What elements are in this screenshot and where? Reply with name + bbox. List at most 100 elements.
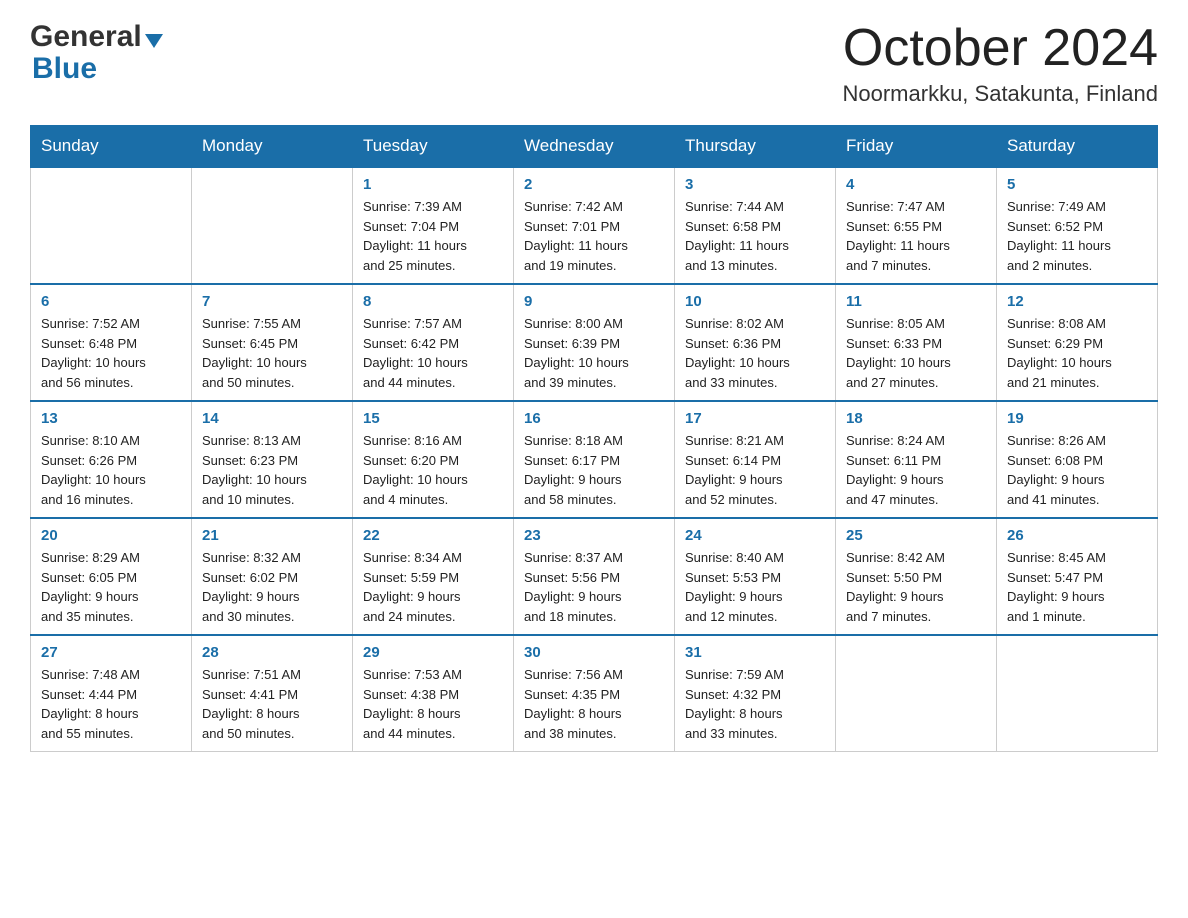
day-info: Sunrise: 7:52 AM Sunset: 6:48 PM Dayligh… <box>41 314 181 392</box>
day-number: 21 <box>202 527 342 544</box>
day-cell: 28 Sunrise: 7:51 AM Sunset: 4:41 PM Dayli… <box>192 635 353 752</box>
day-cell: 16 Sunrise: 8:18 AM Sunset: 6:17 PM Dayli… <box>514 401 675 518</box>
day-number: 26 <box>1007 527 1147 544</box>
day-cell: 15 Sunrise: 8:16 AM Sunset: 6:20 PM Dayli… <box>353 401 514 518</box>
day-info: Sunrise: 7:53 AM Sunset: 4:38 PM Dayligh… <box>363 665 503 743</box>
day-cell: 29Sunrise: 7:53 AM Sunset: 4:38 PM Dayli… <box>353 635 514 752</box>
day-number: 5 <box>1007 176 1147 193</box>
day-info: Sunrise: 8:13 AM Sunset: 6:23 PM Dayligh… <box>202 431 342 509</box>
day-number: 16 <box>524 410 664 427</box>
day-cell: 26 Sunrise: 8:45 AM Sunset: 5:47 PM Dayli… <box>997 518 1158 635</box>
day-info: Sunrise: 8:00 AM Sunset: 6:39 PM Dayligh… <box>524 314 664 392</box>
day-cell: 22Sunrise: 8:34 AM Sunset: 5:59 PM Dayli… <box>353 518 514 635</box>
day-cell: 13 Sunrise: 8:10 AM Sunset: 6:26 PM Dayli… <box>31 401 192 518</box>
day-info: Sunrise: 7:39 AM Sunset: 7:04 PM Dayligh… <box>363 197 503 275</box>
day-cell: 17Sunrise: 8:21 AM Sunset: 6:14 PM Dayli… <box>675 401 836 518</box>
day-info: Sunrise: 8:45 AM Sunset: 5:47 PM Dayligh… <box>1007 548 1147 626</box>
day-info: Sunrise: 7:59 AM Sunset: 4:32 PM Dayligh… <box>685 665 825 743</box>
day-info: Sunrise: 8:26 AM Sunset: 6:08 PM Dayligh… <box>1007 431 1147 509</box>
month-title: October 2024 <box>843 20 1159 77</box>
day-cell: 8 Sunrise: 7:57 AM Sunset: 6:42 PM Daylig… <box>353 284 514 401</box>
title-section: October 2024 Noormarkku, Satakunta, Finl… <box>843 20 1159 107</box>
day-number: 3 <box>685 176 825 193</box>
day-cell: 10 Sunrise: 8:02 AM Sunset: 6:36 PM Dayli… <box>675 284 836 401</box>
day-number: 4 <box>846 176 986 193</box>
day-number: 10 <box>685 293 825 310</box>
day-cell: 4 Sunrise: 7:47 AM Sunset: 6:55 PM Daylig… <box>836 167 997 284</box>
location-title: Noormarkku, Satakunta, Finland <box>843 81 1159 107</box>
day-cell: 27Sunrise: 7:48 AM Sunset: 4:44 PM Dayli… <box>31 635 192 752</box>
day-number: 6 <box>41 293 181 310</box>
day-info: Sunrise: 8:42 AM Sunset: 5:50 PM Dayligh… <box>846 548 986 626</box>
logo-general: General <box>30 20 142 54</box>
day-cell: 20 Sunrise: 8:29 AM Sunset: 6:05 PM Dayli… <box>31 518 192 635</box>
day-info: Sunrise: 8:16 AM Sunset: 6:20 PM Dayligh… <box>363 431 503 509</box>
day-cell: 30Sunrise: 7:56 AM Sunset: 4:35 PM Dayli… <box>514 635 675 752</box>
day-cell: 5Sunrise: 7:49 AM Sunset: 6:52 PM Daylig… <box>997 167 1158 284</box>
day-cell: 18 Sunrise: 8:24 AM Sunset: 6:11 PM Dayli… <box>836 401 997 518</box>
logo-triangle-icon <box>145 34 163 48</box>
day-number: 2 <box>524 176 664 193</box>
week-row-5: 27Sunrise: 7:48 AM Sunset: 4:44 PM Dayli… <box>31 635 1158 752</box>
header-thursday: Thursday <box>675 126 836 168</box>
day-number: 11 <box>846 293 986 310</box>
day-number: 17 <box>685 410 825 427</box>
day-cell: 24Sunrise: 8:40 AM Sunset: 5:53 PM Dayli… <box>675 518 836 635</box>
day-info: Sunrise: 8:10 AM Sunset: 6:26 PM Dayligh… <box>41 431 181 509</box>
day-cell <box>997 635 1158 752</box>
day-info: Sunrise: 7:47 AM Sunset: 6:55 PM Dayligh… <box>846 197 986 275</box>
day-number: 19 <box>1007 410 1147 427</box>
day-info: Sunrise: 8:29 AM Sunset: 6:05 PM Dayligh… <box>41 548 181 626</box>
day-info: Sunrise: 7:42 AM Sunset: 7:01 PM Dayligh… <box>524 197 664 275</box>
header-sunday: Sunday <box>31 126 192 168</box>
day-info: Sunrise: 8:24 AM Sunset: 6:11 PM Dayligh… <box>846 431 986 509</box>
day-cell <box>31 167 192 284</box>
day-number: 24 <box>685 527 825 544</box>
day-cell: 12 Sunrise: 8:08 AM Sunset: 6:29 PM Dayli… <box>997 284 1158 401</box>
day-info: Sunrise: 7:44 AM Sunset: 6:58 PM Dayligh… <box>685 197 825 275</box>
day-cell: 9Sunrise: 8:00 AM Sunset: 6:39 PM Daylig… <box>514 284 675 401</box>
day-number: 13 <box>41 410 181 427</box>
day-info: Sunrise: 8:37 AM Sunset: 5:56 PM Dayligh… <box>524 548 664 626</box>
day-info: Sunrise: 7:57 AM Sunset: 6:42 PM Dayligh… <box>363 314 503 392</box>
day-number: 18 <box>846 410 986 427</box>
header-tuesday: Tuesday <box>353 126 514 168</box>
day-cell: 23Sunrise: 8:37 AM Sunset: 5:56 PM Dayli… <box>514 518 675 635</box>
day-number: 15 <box>363 410 503 427</box>
day-number: 8 <box>363 293 503 310</box>
day-number: 12 <box>1007 293 1147 310</box>
header-wednesday: Wednesday <box>514 126 675 168</box>
day-cell: 31Sunrise: 7:59 AM Sunset: 4:32 PM Dayli… <box>675 635 836 752</box>
day-number: 25 <box>846 527 986 544</box>
day-number: 20 <box>41 527 181 544</box>
day-cell: 7Sunrise: 7:55 AM Sunset: 6:45 PM Daylig… <box>192 284 353 401</box>
week-row-2: 6 Sunrise: 7:52 AM Sunset: 6:48 PM Daylig… <box>31 284 1158 401</box>
page-header: General Blue October 2024 Noormarkku, Sa… <box>30 20 1158 107</box>
day-cell: 21 Sunrise: 8:32 AM Sunset: 6:02 PM Dayli… <box>192 518 353 635</box>
day-number: 28 <box>202 644 342 661</box>
day-info: Sunrise: 8:34 AM Sunset: 5:59 PM Dayligh… <box>363 548 503 626</box>
calendar-table: SundayMondayTuesdayWednesdayThursdayFrid… <box>30 125 1158 752</box>
day-cell: 3 Sunrise: 7:44 AM Sunset: 6:58 PM Daylig… <box>675 167 836 284</box>
day-cell <box>836 635 997 752</box>
day-number: 7 <box>202 293 342 310</box>
day-cell: 25 Sunrise: 8:42 AM Sunset: 5:50 PM Dayli… <box>836 518 997 635</box>
day-info: Sunrise: 8:32 AM Sunset: 6:02 PM Dayligh… <box>202 548 342 626</box>
day-cell: 1 Sunrise: 7:39 AM Sunset: 7:04 PM Daylig… <box>353 167 514 284</box>
day-cell: 2 Sunrise: 7:42 AM Sunset: 7:01 PM Daylig… <box>514 167 675 284</box>
week-row-1: 1 Sunrise: 7:39 AM Sunset: 7:04 PM Daylig… <box>31 167 1158 284</box>
header-monday: Monday <box>192 126 353 168</box>
day-info: Sunrise: 7:48 AM Sunset: 4:44 PM Dayligh… <box>41 665 181 743</box>
day-cell: 14Sunrise: 8:13 AM Sunset: 6:23 PM Dayli… <box>192 401 353 518</box>
day-info: Sunrise: 8:08 AM Sunset: 6:29 PM Dayligh… <box>1007 314 1147 392</box>
day-info: Sunrise: 8:18 AM Sunset: 6:17 PM Dayligh… <box>524 431 664 509</box>
day-cell: 6 Sunrise: 7:52 AM Sunset: 6:48 PM Daylig… <box>31 284 192 401</box>
week-row-3: 13 Sunrise: 8:10 AM Sunset: 6:26 PM Dayli… <box>31 401 1158 518</box>
day-info: Sunrise: 8:02 AM Sunset: 6:36 PM Dayligh… <box>685 314 825 392</box>
week-row-4: 20 Sunrise: 8:29 AM Sunset: 6:05 PM Dayli… <box>31 518 1158 635</box>
day-number: 30 <box>524 644 664 661</box>
day-info: Sunrise: 7:51 AM Sunset: 4:41 PM Dayligh… <box>202 665 342 743</box>
day-number: 1 <box>363 176 503 193</box>
day-cell <box>192 167 353 284</box>
calendar-header-row: SundayMondayTuesdayWednesdayThursdayFrid… <box>31 126 1158 168</box>
